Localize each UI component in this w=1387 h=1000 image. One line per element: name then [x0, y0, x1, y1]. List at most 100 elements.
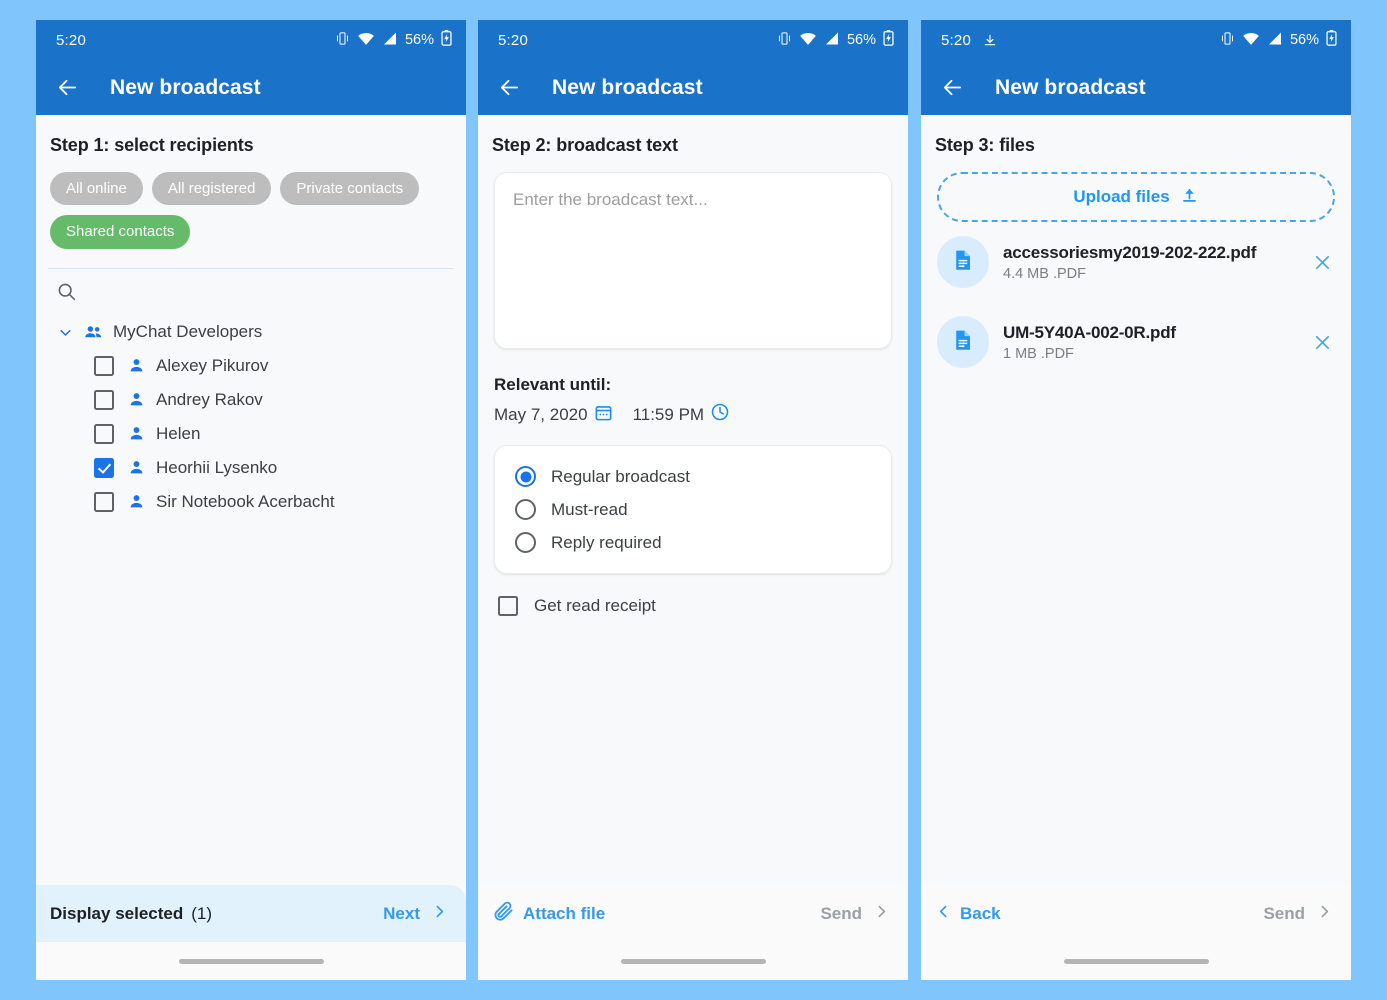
broadcast-type-group: Regular broadcast Must-read Reply requir…: [494, 445, 892, 574]
chevron-down-icon[interactable]: [58, 325, 73, 340]
contact-checkbox[interactable]: [94, 355, 114, 376]
radio-button[interactable]: [515, 532, 536, 553]
file-row[interactable]: UM-5Y40A-002-0R.pdf 1 MB .PDF: [921, 302, 1351, 382]
chevron-right-icon[interactable]: [431, 903, 448, 925]
remove-file-icon[interactable]: [1304, 332, 1333, 353]
contact-name: Andrey Rakov: [156, 389, 263, 409]
get-read-receipt-row[interactable]: Get read receipt: [478, 574, 908, 616]
screenshot-stage: 5:20 56% New broadcast Step 1: select re…: [0, 0, 1387, 1000]
contact-checkbox[interactable]: [94, 457, 114, 478]
vibrate-icon: [777, 31, 792, 50]
file-meta: accessoriesmy2019-202-222.pdf 4.4 MB .PD…: [1003, 243, 1304, 282]
chip-all-registered[interactable]: All registered: [151, 172, 272, 206]
person-icon: [127, 390, 146, 409]
radio-reply-required[interactable]: Reply required: [495, 526, 891, 559]
contact-name: Alexey Pikurov: [156, 355, 269, 375]
radio-must-read[interactable]: Must-read: [495, 493, 891, 526]
upload-files-button[interactable]: Upload files: [937, 172, 1335, 222]
relevant-until-label: Relevant until:: [494, 375, 612, 394]
status-bar-time: 5:20: [941, 31, 971, 49]
upload-icon[interactable]: [1180, 185, 1199, 209]
search-input[interactable]: [36, 269, 466, 315]
remove-file-icon[interactable]: [1304, 252, 1333, 273]
back-icon[interactable]: [56, 76, 79, 99]
person-icon: [127, 424, 146, 443]
chevron-right-icon[interactable]: [1316, 903, 1333, 925]
contact-name: Sir Notebook Acerbacht: [156, 491, 335, 511]
send-button[interactable]: Send: [820, 903, 890, 925]
contact-checkbox[interactable]: [94, 423, 114, 444]
chip-shared-contacts[interactable]: Shared contacts: [50, 215, 191, 249]
person-icon: [127, 492, 146, 511]
back-icon[interactable]: [941, 76, 964, 99]
clock-icon[interactable]: [710, 402, 730, 427]
file-meta: UM-5Y40A-002-0R.pdf 1 MB .PDF: [1003, 323, 1304, 362]
battery-percent: 56%: [1289, 32, 1319, 48]
calendar-icon[interactable]: [594, 403, 613, 427]
broadcast-text-placeholder: Enter the broadcast text...: [513, 190, 708, 209]
contact-row[interactable]: Heorhii Lysenko: [50, 451, 452, 485]
upload-files-label: Upload files: [1073, 187, 1170, 206]
relevant-until-section: Relevant until: May 7, 2020 11:59 PM: [478, 349, 908, 427]
contact-row[interactable]: Helen: [50, 417, 452, 451]
relevant-time-value[interactable]: 11:59 PM: [633, 405, 705, 425]
signal-icon: [1267, 31, 1283, 50]
contact-checkbox[interactable]: [94, 389, 114, 410]
gesture-pill[interactable]: [620, 958, 766, 964]
app-bar: New broadcast: [478, 60, 908, 115]
phone-screen-step-1: 5:20 56% New broadcast Step 1: select re…: [36, 20, 466, 980]
signal-icon: [824, 31, 840, 50]
relevant-date-value[interactable]: May 7, 2020: [494, 405, 588, 425]
contact-name: Heorhii Lysenko: [156, 457, 278, 477]
file-row[interactable]: accessoriesmy2019-202-222.pdf 4.4 MB .PD…: [921, 222, 1351, 302]
chevron-left-icon[interactable]: [935, 903, 952, 925]
contact-checkbox[interactable]: [94, 491, 114, 512]
attach-file-button[interactable]: Attach file: [492, 900, 605, 928]
status-bar-time: 5:20: [498, 31, 528, 49]
radio-button[interactable]: [515, 499, 536, 520]
status-bar-time: 5:20: [56, 31, 86, 49]
broadcast-text-input[interactable]: Enter the broadcast text...: [494, 172, 892, 349]
contact-row[interactable]: Alexey Pikurov: [50, 349, 452, 383]
page-title: New broadcast: [552, 75, 703, 99]
wifi-icon: [1242, 31, 1260, 50]
radio-button[interactable]: [515, 466, 536, 487]
attach-file-label: Attach file: [523, 903, 606, 923]
tree-group-mychat-developers[interactable]: MyChat Developers: [50, 317, 452, 349]
gesture-pill[interactable]: [178, 958, 324, 964]
gesture-nav-bar: [36, 942, 466, 980]
send-button[interactable]: Send: [1263, 903, 1333, 925]
chip-all-online[interactable]: All online: [50, 172, 143, 206]
gesture-pill[interactable]: [1063, 958, 1209, 964]
battery-icon: [883, 30, 894, 50]
back-button[interactable]: Back: [935, 903, 1001, 925]
contact-row[interactable]: Sir Notebook Acerbacht: [50, 485, 452, 519]
phone-screen-step-2: 5:20 56% New broadcast Step 2: broadcast…: [478, 20, 908, 980]
display-selected-button[interactable]: Display selected (1): [50, 904, 212, 924]
display-selected-label: Display selected: [50, 903, 184, 923]
paperclip-icon[interactable]: [492, 900, 515, 928]
step-2-footer: Attach file Send: [478, 885, 908, 942]
document-icon: [951, 248, 975, 277]
read-receipt-checkbox[interactable]: [498, 596, 518, 616]
contacts-tree: MyChat Developers Alexey Pikurov Andrey …: [36, 315, 466, 519]
radio-label: Must-read: [551, 499, 628, 519]
contact-row[interactable]: Andrey Rakov: [50, 383, 452, 417]
status-bar-indicators: 56%: [335, 30, 452, 50]
back-icon[interactable]: [498, 76, 521, 99]
file-name: UM-5Y40A-002-0R.pdf: [1003, 322, 1176, 342]
radio-regular-broadcast[interactable]: Regular broadcast: [495, 460, 891, 493]
search-icon[interactable]: [56, 281, 77, 307]
battery-percent: 56%: [846, 32, 876, 48]
wifi-icon: [357, 31, 375, 50]
file-list: accessoriesmy2019-202-222.pdf 4.4 MB .PD…: [921, 222, 1351, 382]
gesture-nav-bar: [478, 942, 908, 980]
file-avatar: [937, 236, 989, 288]
person-icon: [127, 458, 146, 477]
status-bar: 5:20 56%: [36, 20, 466, 60]
chevron-right-icon[interactable]: [873, 903, 890, 925]
next-button[interactable]: Next: [383, 903, 448, 925]
chip-private-contacts[interactable]: Private contacts: [280, 172, 420, 206]
back-label: Back: [960, 903, 1001, 923]
gesture-nav-bar: [921, 942, 1351, 980]
